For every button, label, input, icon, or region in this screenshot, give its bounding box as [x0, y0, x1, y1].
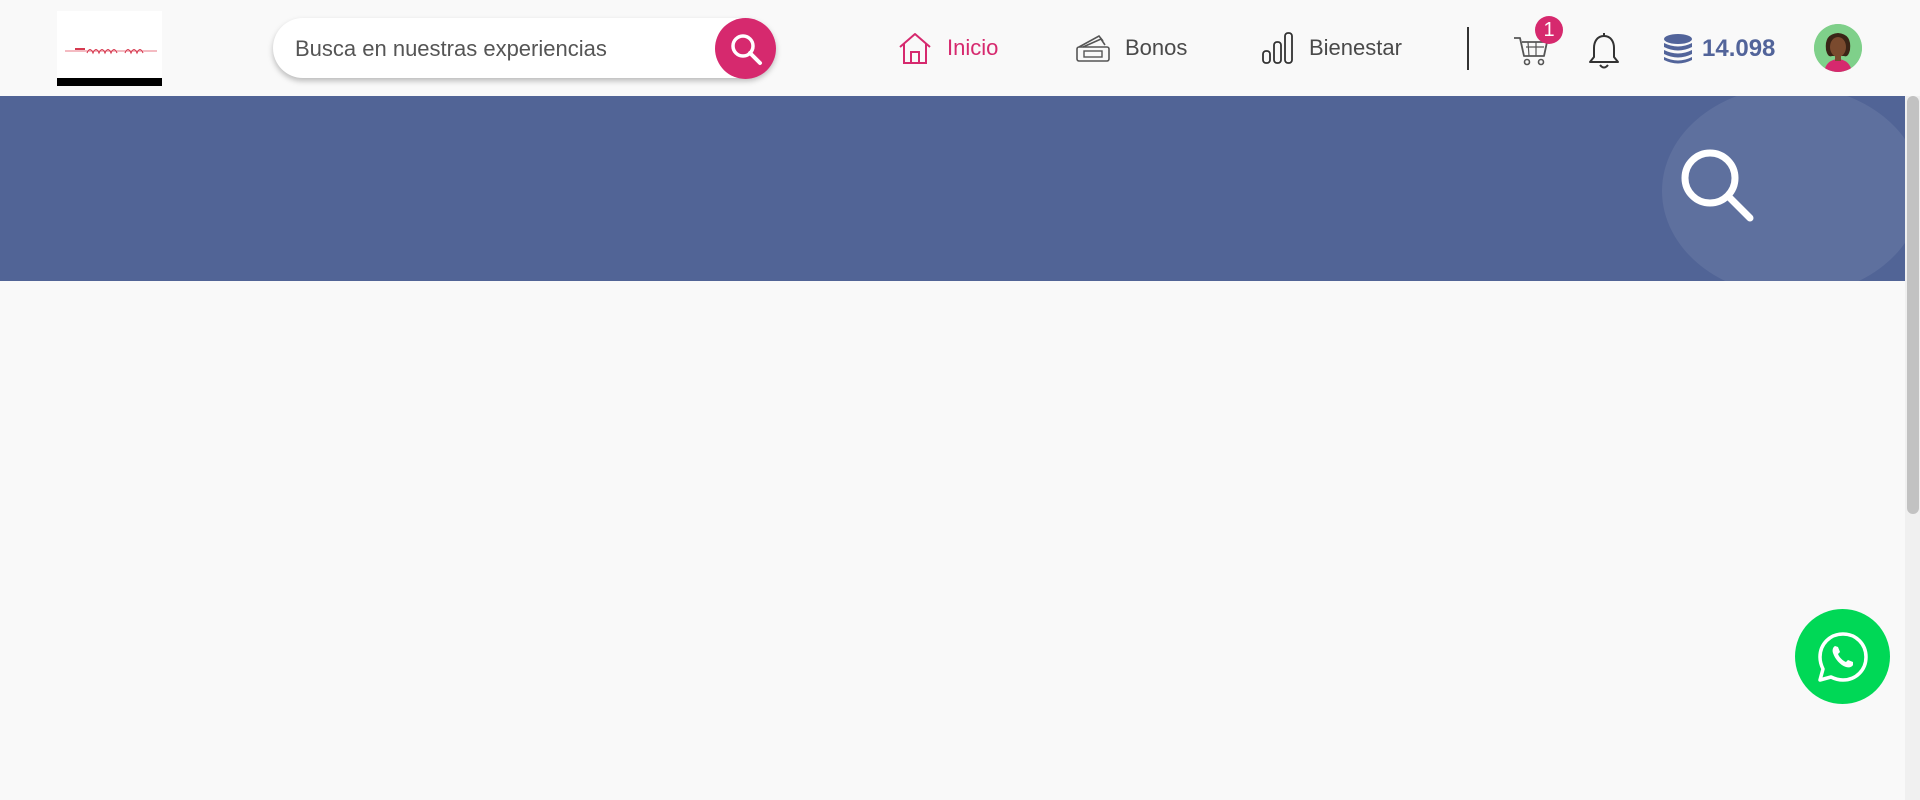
coins-value: 14.098: [1702, 35, 1776, 62]
search-input[interactable]: [293, 18, 697, 80]
search-icon: [1681, 149, 1754, 222]
nav-item-inicio[interactable]: Inicio: [897, 26, 998, 70]
hero-banner: [0, 96, 1905, 281]
nav-item-bonos[interactable]: Bonos: [1075, 26, 1187, 70]
logo-strip: [57, 78, 162, 86]
nav-divider: [1467, 27, 1469, 70]
whatsapp-button[interactable]: [1795, 609, 1890, 704]
top-navbar: Inicio Bonos Bienestar 1: [0, 0, 1920, 96]
logo-script: [65, 48, 157, 55]
cart-count-badge: 1: [1535, 16, 1563, 44]
home-icon: [899, 33, 931, 64]
nav-label-bienestar: Bienestar: [1309, 35, 1402, 60]
user-avatar[interactable]: [1814, 24, 1862, 72]
nav-item-bienestar[interactable]: Bienestar: [1261, 26, 1402, 70]
ticket-icon: [1076, 34, 1110, 62]
coins-icon: [1664, 34, 1692, 64]
search-bar: [273, 18, 776, 80]
nav-label-inicio: Inicio: [947, 35, 999, 60]
avatar-illustration: [1814, 24, 1862, 72]
search-button[interactable]: [715, 18, 776, 79]
nav-label-bonos: Bonos: [1125, 35, 1188, 60]
brand-logo[interactable]: [57, 11, 162, 86]
bar-chart-icon: [1262, 32, 1293, 64]
scrollbar-thumb[interactable]: [1907, 96, 1919, 514]
search-icon: [730, 33, 762, 65]
bell-icon[interactable]: [1587, 32, 1621, 70]
whatsapp-icon: [1817, 631, 1868, 682]
coins-balance[interactable]: 14.098: [1662, 30, 1775, 68]
